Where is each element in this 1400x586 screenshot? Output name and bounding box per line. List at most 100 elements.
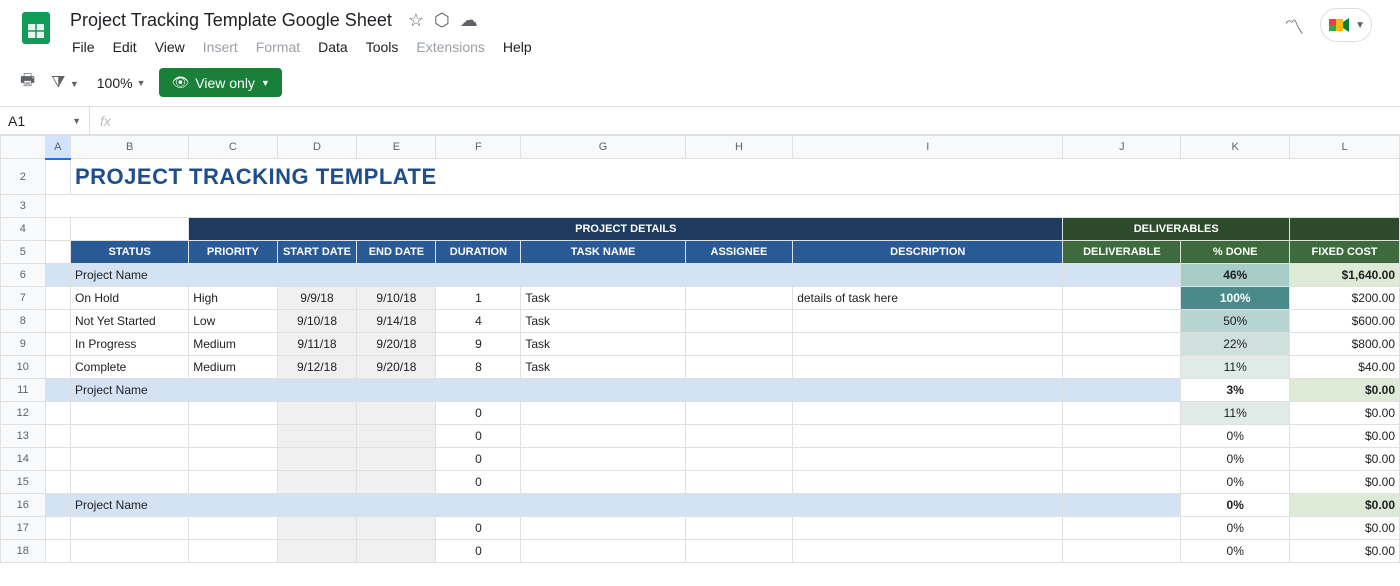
cell-status[interactable]: Complete <box>71 356 189 379</box>
cell-end[interactable]: 9/20/18 <box>357 333 436 356</box>
cell-start[interactable]: 9/11/18 <box>277 333 357 356</box>
cell-pct[interactable]: 11% <box>1181 402 1290 425</box>
cell-status[interactable] <box>71 540 189 563</box>
cell-start[interactable] <box>277 471 357 494</box>
col-header-L[interactable]: L <box>1290 136 1400 159</box>
col-header-B[interactable]: B <box>71 136 189 159</box>
cell-pct[interactable]: 0% <box>1181 517 1290 540</box>
print-icon[interactable]: 🖶 <box>16 65 39 100</box>
col-header-A[interactable]: A <box>45 136 70 159</box>
cell-task[interactable] <box>521 517 685 540</box>
meet-button[interactable]: ▼ <box>1320 8 1372 42</box>
cell-desc[interactable] <box>793 448 1063 471</box>
cell-priority[interactable] <box>189 471 277 494</box>
menu-help[interactable]: Help <box>495 35 540 59</box>
row-header-18[interactable]: 18 <box>1 540 46 563</box>
cell-priority[interactable] <box>189 540 277 563</box>
cell-start[interactable] <box>277 425 357 448</box>
spreadsheet-grid[interactable]: ABCDEFGHIJKL2PROJECT TRACKING TEMPLATE34… <box>0 135 1400 571</box>
cell-desc[interactable] <box>793 310 1063 333</box>
cell-cost[interactable]: $0.00 <box>1290 517 1400 540</box>
project-name-cell[interactable]: Project Name <box>71 379 1063 402</box>
row-header-6[interactable]: 6 <box>1 264 46 287</box>
project-pct[interactable]: 0% <box>1181 494 1290 517</box>
cell-desc[interactable] <box>793 540 1063 563</box>
cell-cost[interactable]: $0.00 <box>1290 471 1400 494</box>
row-header-11[interactable]: 11 <box>1 379 46 402</box>
cell-assignee[interactable] <box>685 356 792 379</box>
cell-deliverable[interactable] <box>1063 333 1181 356</box>
project-cost[interactable]: $0.00 <box>1290 494 1400 517</box>
cell-pct[interactable]: 0% <box>1181 448 1290 471</box>
cell-priority[interactable] <box>189 448 277 471</box>
row-header-13[interactable]: 13 <box>1 425 46 448</box>
cell-duration[interactable]: 0 <box>436 425 521 448</box>
col-header-G[interactable]: G <box>521 136 685 159</box>
row-header-5[interactable]: 5 <box>1 241 46 264</box>
cell-end[interactable] <box>357 448 436 471</box>
cell-end[interactable]: 9/20/18 <box>357 356 436 379</box>
col-header-I[interactable]: I <box>793 136 1063 159</box>
cell-assignee[interactable] <box>685 517 792 540</box>
menu-insert[interactable]: Insert <box>195 35 246 59</box>
menu-extensions[interactable]: Extensions <box>408 35 492 59</box>
cell-priority[interactable] <box>189 517 277 540</box>
menu-edit[interactable]: Edit <box>105 35 145 59</box>
select-all-corner[interactable] <box>1 136 46 159</box>
menu-view[interactable]: View <box>147 35 193 59</box>
cell-pct[interactable]: 0% <box>1181 471 1290 494</box>
cell-start[interactable] <box>277 448 357 471</box>
row-header-7[interactable]: 7 <box>1 287 46 310</box>
cell-priority[interactable]: Medium <box>189 333 277 356</box>
cell-task[interactable] <box>521 402 685 425</box>
project-name-cell[interactable]: Project Name <box>71 264 1063 287</box>
project-pct[interactable]: 46% <box>1181 264 1290 287</box>
row-header-16[interactable]: 16 <box>1 494 46 517</box>
cell-desc[interactable]: details of task here <box>793 287 1063 310</box>
cell-duration[interactable]: 8 <box>436 356 521 379</box>
row-header-12[interactable]: 12 <box>1 402 46 425</box>
cell-duration[interactable]: 9 <box>436 333 521 356</box>
cell-priority[interactable]: High <box>189 287 277 310</box>
cell-desc[interactable] <box>793 517 1063 540</box>
project-cost[interactable]: $1,640.00 <box>1290 264 1400 287</box>
cell-desc[interactable] <box>793 356 1063 379</box>
cell-deliverable[interactable] <box>1063 540 1181 563</box>
cell-task[interactable] <box>521 471 685 494</box>
cell-status[interactable] <box>71 471 189 494</box>
row-header-2[interactable]: 2 <box>1 159 46 195</box>
cell-end[interactable] <box>357 517 436 540</box>
row-header-17[interactable]: 17 <box>1 517 46 540</box>
cell-cost[interactable]: $600.00 <box>1290 310 1400 333</box>
cell-task[interactable]: Task <box>521 356 685 379</box>
row-header-10[interactable]: 10 <box>1 356 46 379</box>
cell-assignee[interactable] <box>685 471 792 494</box>
cell-duration[interactable]: 0 <box>436 517 521 540</box>
cell-cost[interactable]: $200.00 <box>1290 287 1400 310</box>
cell-status[interactable]: In Progress <box>71 333 189 356</box>
cell-end[interactable] <box>357 471 436 494</box>
cell-task[interactable]: Task <box>521 310 685 333</box>
cell-priority[interactable]: Medium <box>189 356 277 379</box>
cell-task[interactable] <box>521 448 685 471</box>
cell-task[interactable]: Task <box>521 333 685 356</box>
star-icon[interactable]: ☆ <box>408 10 424 31</box>
cell-deliverable[interactable] <box>1063 356 1181 379</box>
cell-deliverable[interactable] <box>1063 517 1181 540</box>
cell-cost[interactable]: $0.00 <box>1290 540 1400 563</box>
cell-deliverable[interactable] <box>1063 287 1181 310</box>
cloud-icon[interactable]: ☁ <box>460 10 478 31</box>
cell-pct[interactable]: 0% <box>1181 425 1290 448</box>
cell-status[interactable] <box>71 517 189 540</box>
cell-assignee[interactable] <box>685 448 792 471</box>
cell-assignee[interactable] <box>685 540 792 563</box>
cell-duration[interactable]: 0 <box>436 471 521 494</box>
cell-end[interactable] <box>357 402 436 425</box>
cell-deliverable[interactable] <box>1063 425 1181 448</box>
cell-status[interactable]: On Hold <box>71 287 189 310</box>
cell-desc[interactable] <box>793 333 1063 356</box>
view-only-button[interactable]: 👁 View only ▼ <box>159 68 281 97</box>
cell-assignee[interactable] <box>685 287 792 310</box>
cell-status[interactable] <box>71 402 189 425</box>
col-header-E[interactable]: E <box>357 136 436 159</box>
